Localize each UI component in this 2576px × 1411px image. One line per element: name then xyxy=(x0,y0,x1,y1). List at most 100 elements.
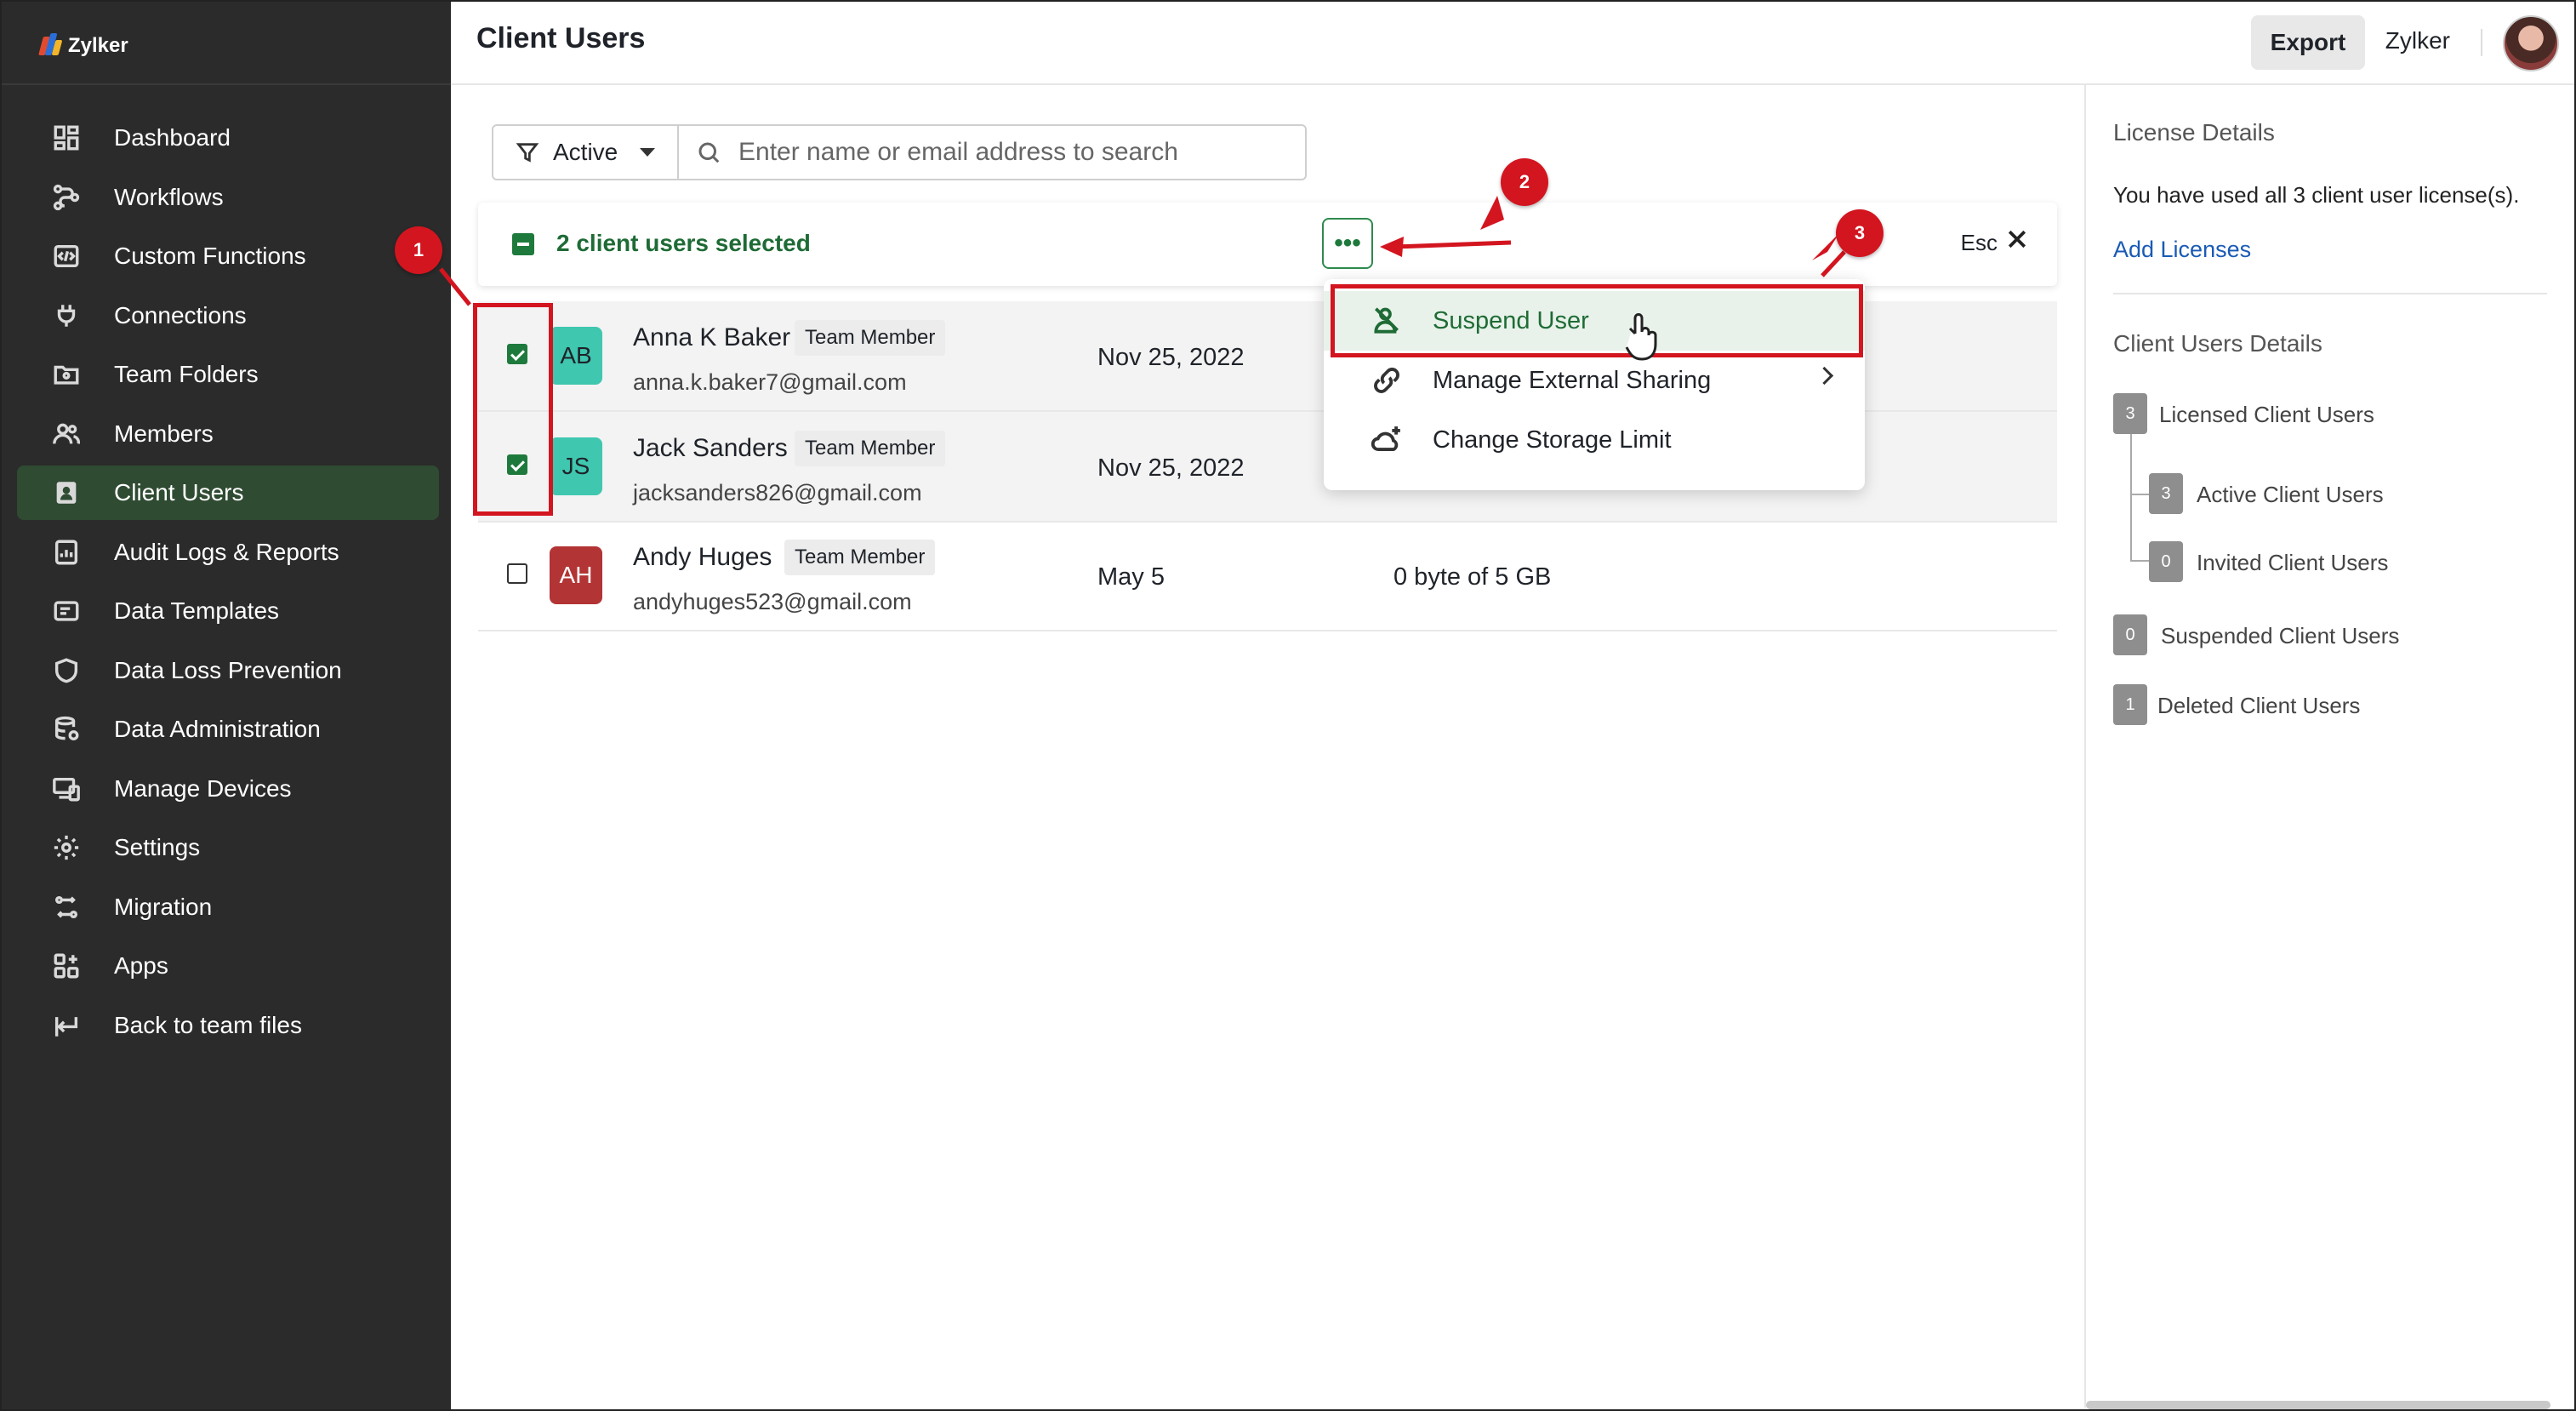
avatar: AB xyxy=(550,327,602,385)
code-icon xyxy=(51,241,82,271)
count-badge: 0 xyxy=(2113,614,2147,655)
brand[interactable]: Zylker xyxy=(38,29,128,63)
sidebar-item-data-loss-prevention[interactable]: Data Loss Prevention xyxy=(17,643,439,698)
sidebar-item-label: Dashboard xyxy=(114,124,231,151)
annotation-highlight-suspend-user xyxy=(1331,284,1863,357)
stat-label: Invited Client Users xyxy=(2197,550,2389,575)
users-icon xyxy=(51,419,82,449)
client-user-icon xyxy=(51,477,82,508)
header-separator xyxy=(2481,29,2482,56)
stat-label: Suspended Client Users xyxy=(2161,623,2400,648)
user-email: andyhuges523@gmail.com xyxy=(633,589,912,614)
apps-icon xyxy=(51,951,82,981)
sidebar-item-manage-devices[interactable]: Manage Devices xyxy=(17,762,439,816)
user-avatar[interactable] xyxy=(2503,15,2559,71)
user-name: Anna K Baker xyxy=(633,323,791,351)
header: Client Users Export Zylker xyxy=(451,2,2574,85)
cloud-plus-icon xyxy=(1368,421,1405,459)
status-filter-value: Active xyxy=(553,139,618,165)
menu-item-label: Manage External Sharing xyxy=(1433,366,1712,394)
selection-bar: 2 client users selected ••• Esc xyxy=(478,203,2057,286)
sidebar: Zylker Dashboard Workflows Custom Functi… xyxy=(2,2,451,1409)
sidebar-nav: Dashboard Workflows Custom Functions Con… xyxy=(17,111,439,1057)
template-icon xyxy=(51,596,82,626)
sidebar-item-apps[interactable]: Apps xyxy=(17,939,439,993)
annotation-highlight-checkboxes xyxy=(473,303,553,516)
sidebar-item-data-administration[interactable]: Data Administration xyxy=(17,702,439,757)
sidebar-item-workflows[interactable]: Workflows xyxy=(17,170,439,225)
more-actions-button[interactable]: ••• xyxy=(1322,218,1373,269)
role-badge: Team Member xyxy=(795,320,946,356)
org-name[interactable]: Zylker xyxy=(2385,27,2450,54)
user-email: jacksanders826@gmail.com xyxy=(633,480,922,506)
stat-label: Deleted Client Users xyxy=(2157,693,2361,718)
menu-item-label: Change Storage Limit xyxy=(1433,426,1672,454)
right-panel: License Details You have used all 3 clie… xyxy=(2084,83,2574,1408)
role-badge: Team Member xyxy=(795,431,946,466)
folder-icon xyxy=(51,359,82,390)
stat-label: Active Client Users xyxy=(2197,482,2384,507)
sidebar-item-label: Audit Logs & Reports xyxy=(114,538,339,565)
search-box xyxy=(677,124,1307,180)
user-name: Andy Huges xyxy=(633,543,772,571)
sidebar-item-audit-logs[interactable]: Audit Logs & Reports xyxy=(17,525,439,580)
workflow-icon xyxy=(51,182,82,213)
selection-count: 2 client users selected xyxy=(556,230,811,256)
external-sharing-icon xyxy=(1368,362,1405,399)
chevron-down-icon xyxy=(640,148,656,157)
license-details-title: License Details xyxy=(2113,119,2275,146)
gear-icon xyxy=(51,832,82,863)
sidebar-item-label: Settings xyxy=(114,834,201,860)
sidebar-item-label: Migration xyxy=(114,893,213,920)
table-row[interactable]: AH Andy Huges Team Member andyhuges523@g… xyxy=(478,521,2057,631)
sidebar-item-data-templates[interactable]: Data Templates xyxy=(17,584,439,638)
sidebar-item-label: Back to team files xyxy=(114,1011,302,1038)
annotation-badge-1: 1 xyxy=(395,226,442,274)
status-filter-select[interactable]: Active xyxy=(492,124,677,180)
row-checkbox[interactable] xyxy=(507,563,527,584)
filter-icon xyxy=(516,143,539,163)
menu-item-change-storage-limit[interactable]: Change Storage Limit xyxy=(1324,410,1865,470)
sidebar-item-label: Apps xyxy=(114,952,168,979)
sidebar-item-label: Connections xyxy=(114,301,247,328)
search-input[interactable] xyxy=(737,137,1285,168)
close-icon[interactable] xyxy=(2004,226,2035,257)
user-name: Jack Sanders xyxy=(633,434,788,462)
tree-connector xyxy=(2130,432,2132,560)
select-all-checkbox[interactable] xyxy=(512,233,534,255)
export-button[interactable]: Export xyxy=(2251,15,2365,70)
user-date: Nov 25, 2022 xyxy=(1097,344,1245,371)
search-icon xyxy=(698,142,720,163)
sidebar-item-label: Manage Devices xyxy=(114,774,292,802)
sidebar-item-client-users[interactable]: Client Users xyxy=(17,466,439,520)
sidebar-item-custom-functions[interactable]: Custom Functions xyxy=(17,229,439,283)
dashboard-icon xyxy=(51,123,82,153)
sidebar-item-label: Client Users xyxy=(114,479,244,506)
user-date: May 5 xyxy=(1097,563,1165,591)
count-badge: 3 xyxy=(2149,473,2183,514)
sidebar-item-label: Data Templates xyxy=(114,597,280,624)
shield-icon xyxy=(51,655,82,686)
esc-label[interactable]: Esc xyxy=(1961,230,1998,256)
sidebar-item-connections[interactable]: Connections xyxy=(17,288,439,343)
user-email: anna.k.baker7@gmail.com xyxy=(633,369,907,395)
add-licenses-link[interactable]: Add Licenses xyxy=(2113,237,2251,263)
avatar: JS xyxy=(550,437,602,495)
annotation-badge-2: 2 xyxy=(1501,158,1548,206)
sidebar-item-team-folders[interactable]: Team Folders xyxy=(17,347,439,402)
plug-icon xyxy=(51,300,82,331)
menu-item-manage-external-sharing[interactable]: Manage External Sharing xyxy=(1324,351,1865,410)
role-badge: Team Member xyxy=(784,540,936,575)
devices-icon xyxy=(51,774,82,804)
sidebar-item-migration[interactable]: Migration xyxy=(17,880,439,934)
report-icon xyxy=(51,537,82,568)
sidebar-item-members[interactable]: Members xyxy=(17,407,439,461)
sidebar-item-dashboard[interactable]: Dashboard xyxy=(17,111,439,165)
horizontal-scrollbar[interactable] xyxy=(2086,1401,2550,1409)
count-badge: 3 xyxy=(2113,393,2147,434)
user-date: Nov 25, 2022 xyxy=(1097,454,1245,482)
sidebar-item-label: Workflows xyxy=(114,183,224,210)
sidebar-item-back-to-team-files[interactable]: Back to team files xyxy=(17,998,439,1053)
sidebar-item-settings[interactable]: Settings xyxy=(17,820,439,875)
sidebar-divider xyxy=(2,83,451,85)
